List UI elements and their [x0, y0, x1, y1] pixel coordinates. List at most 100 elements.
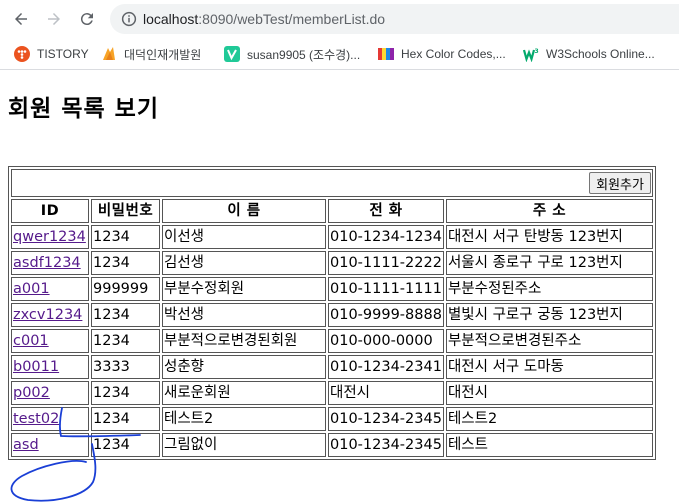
- table-row: qwer1234 1234 이선생 010-1234-1234 대전시 서구 탄방동 1…: [11, 225, 653, 249]
- bookmark-velog[interactable]: susan9905 (조수경)...: [224, 45, 360, 63]
- cell-name: 박선생: [162, 303, 326, 327]
- table-row: a001 999999 부분수정회원 010-1111-1111 부분수정된주소: [11, 277, 653, 301]
- page-title: 회원 목록 보기: [8, 96, 159, 122]
- cell-address: 부분수정된주소: [445, 277, 653, 301]
- member-id-link[interactable]: asdf1234: [13, 255, 81, 271]
- cell-name: 부분적으로변경된회원: [162, 329, 326, 353]
- cell-password: 1234: [91, 251, 160, 275]
- cell-password: 1234: [91, 329, 160, 353]
- w3schools-icon: 3: [523, 48, 539, 62]
- member-id-link[interactable]: qwer1234: [13, 229, 86, 245]
- velog-icon: [224, 46, 240, 62]
- table-row: b0011 3333 성춘향 010-1234-2341 대전시 서구 도마동: [11, 355, 653, 379]
- cell-name: 김선생: [162, 251, 326, 275]
- cell-password: 1234: [91, 225, 160, 249]
- cell-address: 테스트2: [445, 407, 653, 431]
- cell-name: 그림없이: [162, 433, 326, 457]
- member-rows: qwer1234 1234 이선생 010-1234-1234 대전시 서구 탄방동 1…: [11, 225, 653, 457]
- cell-id: zxcv1234: [11, 303, 89, 327]
- cell-id: b0011: [11, 355, 89, 379]
- cell-phone: 010-1234-1234: [328, 225, 444, 249]
- cell-id: asd: [11, 433, 89, 457]
- cell-address: 대전시 서구 탄방동 123번지: [445, 225, 653, 249]
- cell-phone: 010-1234-2341: [328, 355, 444, 379]
- member-id-link[interactable]: c001: [13, 333, 49, 349]
- header-phone: 전 화: [328, 199, 444, 223]
- bookmark-label: susan9905 (조수경)...: [247, 47, 361, 62]
- member-id-link[interactable]: a001: [13, 281, 50, 297]
- table-toolbar-row: 회원추가: [11, 169, 653, 197]
- cell-password: 1234: [91, 407, 160, 431]
- add-button-cell: 회원추가: [11, 169, 653, 197]
- add-member-button[interactable]: 회원추가: [589, 172, 651, 194]
- header-id: ID: [11, 199, 89, 223]
- member-table: 회원추가 ID 비밀번호 이 름 전 화 주 소 qwer1234 1234 이선생…: [8, 166, 656, 460]
- arrow-left-icon: [15, 13, 27, 25]
- bookmarks-bar: TISTORY 대덕인재개발원 susan9905 (조수경)... Hex C…: [0, 38, 679, 70]
- color-codes-icon: [378, 48, 394, 60]
- bookmark-w3schools[interactable]: 3 W3Schools Online...: [523, 45, 655, 63]
- cell-password: 1234: [91, 381, 160, 405]
- table-row: zxcv1234 1234 박선생 010-9999-8888 별빛시 구로구 궁동 1…: [11, 303, 653, 327]
- header-address: 주 소: [445, 199, 653, 223]
- cell-name: 새로운회원: [162, 381, 326, 405]
- cell-address: 대전시 서구 도마동: [445, 355, 653, 379]
- table-row: asd 1234 그림없이 010-1234-2345 테스트: [11, 433, 653, 457]
- bookmark-daedeok[interactable]: 대덕인재개발원: [101, 45, 201, 63]
- table-row: c001 1234 부분적으로변경된회원 010-000-0000 부분적으로변경된주소: [11, 329, 653, 353]
- cell-phone: 010-9999-8888: [328, 303, 444, 327]
- cell-address: 대전시: [445, 381, 653, 405]
- cell-id: asdf1234: [11, 251, 89, 275]
- bookmark-label: W3Schools Online...: [546, 47, 655, 61]
- cell-id: p002: [11, 381, 89, 405]
- cell-phone: 010-000-0000: [328, 329, 444, 353]
- cell-phone: 010-1111-2222: [328, 251, 444, 275]
- cell-address: 서울시 종로구 구로 123번지: [445, 251, 653, 275]
- table-row: asdf1234 1234 김선생 010-1111-2222 서울시 종로구 구로 1…: [11, 251, 653, 275]
- cell-id: test02: [11, 407, 89, 431]
- member-id-link[interactable]: asd: [13, 437, 39, 453]
- url-host: localhost: [143, 11, 199, 27]
- cell-phone: 010-1234-2345: [328, 433, 444, 457]
- cell-phone: 010-1234-2345: [328, 407, 444, 431]
- svg-text:3: 3: [535, 48, 539, 55]
- cell-password: 3333: [91, 355, 160, 379]
- reload-button[interactable]: [75, 7, 99, 31]
- url-path: :8090/webTest/memberList.do: [198, 11, 386, 27]
- cell-name: 부분수정회원: [162, 277, 326, 301]
- cell-name: 성춘향: [162, 355, 326, 379]
- cell-phone: 010-1111-1111: [328, 277, 444, 301]
- address-bar[interactable]: localhost:8090/webTest/memberList.do: [110, 4, 679, 34]
- back-button[interactable]: [9, 7, 33, 31]
- header-name: 이 름: [162, 199, 326, 223]
- table-row: test02 1234 테스트2 010-1234-2345 테스트2: [11, 407, 653, 431]
- bookmark-tistory[interactable]: TISTORY: [14, 45, 89, 63]
- bookmark-hex-colors[interactable]: Hex Color Codes,...: [378, 45, 506, 63]
- member-id-link[interactable]: test02: [13, 411, 59, 427]
- reload-icon: [80, 13, 93, 26]
- bookmark-label: Hex Color Codes,...: [401, 47, 506, 61]
- member-id-link[interactable]: b0011: [13, 359, 59, 375]
- url-text[interactable]: localhost:8090/webTest/memberList.do: [143, 10, 385, 28]
- forward-button[interactable]: [42, 7, 66, 31]
- cell-password: 999999: [91, 277, 160, 301]
- cell-address: 부분적으로변경된주소: [445, 329, 653, 353]
- member-id-link[interactable]: zxcv1234: [13, 307, 82, 323]
- table-row: p002 1234 새로운회원 대전시 대전시: [11, 381, 653, 405]
- bookmark-favicon-icon: [103, 47, 115, 60]
- member-id-link[interactable]: p002: [13, 385, 50, 401]
- arrow-right-icon: [48, 13, 60, 25]
- cell-address: 별빛시 구로구 궁동 123번지: [445, 303, 653, 327]
- cell-phone: 대전시: [328, 381, 444, 405]
- cell-id: c001: [11, 329, 89, 353]
- browser-toolbar: localhost:8090/webTest/memberList.do: [0, 0, 679, 38]
- cell-password: 1234: [91, 433, 160, 457]
- table-header-row: ID 비밀번호 이 름 전 화 주 소: [11, 199, 653, 223]
- tistory-icon: [14, 46, 30, 62]
- info-icon[interactable]: [120, 10, 138, 28]
- cell-id: a001: [11, 277, 89, 301]
- bookmark-label: TISTORY: [37, 47, 89, 61]
- bookmark-label: 대덕인재개발원: [124, 47, 202, 62]
- cell-address: 테스트: [445, 433, 653, 457]
- cell-password: 1234: [91, 303, 160, 327]
